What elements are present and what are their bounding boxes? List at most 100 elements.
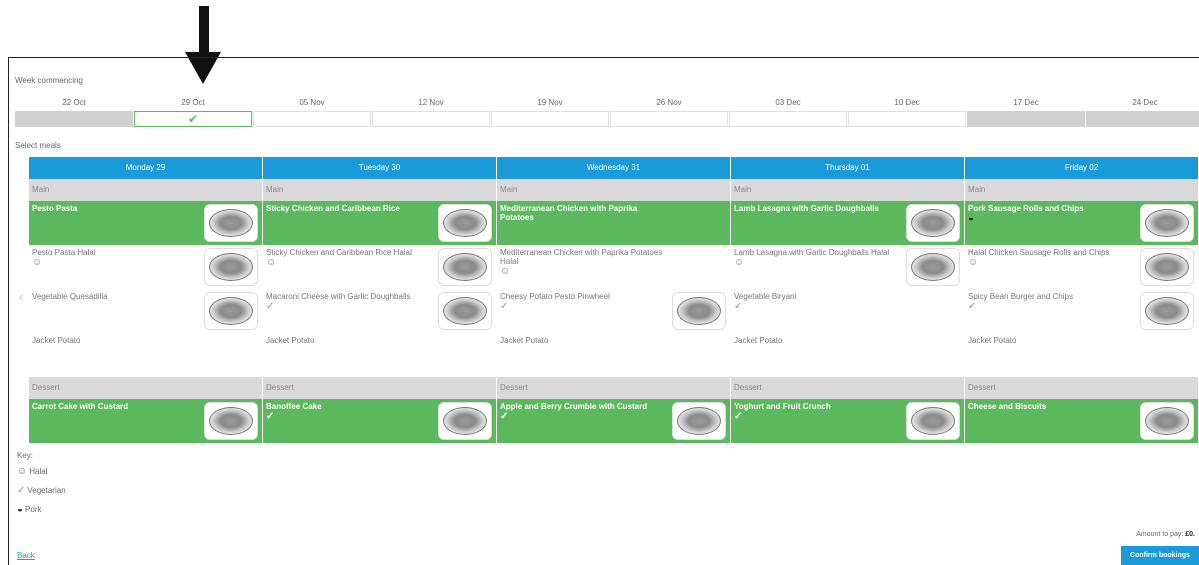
meal-name: Cheesy Potato Pesto Pinwheel <box>500 292 610 301</box>
week-commencing-label: Week commencing <box>15 76 83 85</box>
plate-icon <box>677 407 721 435</box>
pork-icon: ◒ <box>17 504 24 515</box>
plate-icon <box>443 209 487 237</box>
week-checkbox[interactable] <box>729 111 847 127</box>
meal-photo <box>906 204 960 242</box>
week-checkbox[interactable] <box>491 111 609 127</box>
week-label: 26 Nov <box>656 98 682 107</box>
meal-option[interactable]: Lamb Lasagna with Garlic Doughballs Hala… <box>731 245 964 289</box>
meal-photo <box>1140 292 1194 330</box>
plate-icon <box>209 209 253 237</box>
meal-option[interactable]: Macaroni Cheese with Garlic Doughballs ✓ <box>263 289 496 333</box>
plate-icon <box>443 407 487 435</box>
meal-option[interactable]: Vegetable Biryani ✓ <box>731 289 964 333</box>
week-option[interactable]: 12 Nov <box>372 97 490 127</box>
meal-photo <box>1140 402 1194 440</box>
meal-name: Halal Chicken Sausage Rolls and Chips <box>968 248 1110 257</box>
meal-name: Apple and Berry Crumble with Custard <box>500 402 648 411</box>
plate-icon <box>209 407 253 435</box>
meal-photo <box>204 402 258 440</box>
plate-icon <box>443 253 487 281</box>
meal-name: Yoghurt and Fruit Crunch <box>734 402 831 411</box>
meal-option[interactable]: Jacket Potato <box>497 333 730 377</box>
meal-option[interactable]: Vegetable Quesadilla <box>29 289 262 333</box>
week-option[interactable]: 26 Nov <box>610 97 728 127</box>
halal-icon: ☺ <box>266 257 277 268</box>
day-column: Wednesday 31 Main Mediterranean Chicken wi… <box>497 157 731 443</box>
dessert-category-header: Dessert <box>29 377 262 399</box>
meal-option[interactable]: Apple and Berry Crumble with Custard ✓ <box>497 399 730 443</box>
plate-icon <box>1145 209 1189 237</box>
week-option[interactable]: 10 Dec <box>848 97 966 127</box>
meal-option[interactable]: Banoffee Cake ✓ <box>263 399 496 443</box>
meal-option[interactable]: Pork Sausage Rolls and Chips ◒ <box>965 201 1198 245</box>
halal-icon: ☺ <box>500 266 511 277</box>
check-icon: ✔ <box>187 112 199 126</box>
vegetarian-icon: ✓ <box>968 301 977 312</box>
day-column: Friday 02 Main Pork Sausage Rolls and Chip… <box>965 157 1199 443</box>
meal-name: Jacket Potato <box>734 336 783 345</box>
confirm-bookings-button[interactable]: Confirm bookings <box>1121 546 1199 565</box>
meal-name: Banoffee Cake <box>266 402 322 411</box>
vegetarian-icon: ✓ <box>734 301 743 312</box>
meal-option[interactable]: Sticky Chicken and Caribbean Rice <box>263 201 496 245</box>
week-option[interactable]: 19 Nov <box>491 97 609 127</box>
day-column: Thursday 01 Main Lamb Lasagna with Garlic … <box>731 157 965 443</box>
week-checkbox[interactable] <box>372 111 490 127</box>
meal-option[interactable]: Lamb Lasagna with Garlic Doughballs <box>731 201 964 245</box>
meal-option[interactable]: Halal Chicken Sausage Rolls and Chips ☺ <box>965 245 1198 289</box>
meal-name: Mediterranean Chicken with Paprika Potat… <box>500 248 663 266</box>
meal-name: Macaroni Cheese with Garlic Doughballs <box>266 292 411 301</box>
amount-to-pay: Amount to pay: £0. <box>1136 531 1195 538</box>
vegetarian-icon: ✓ <box>17 485 26 496</box>
meal-name: Sticky Chicken and Caribbean Rice <box>266 204 400 213</box>
meal-booking-panel: Week commencing 22 Oct 29 Oct ✔ 05 Nov 12 No… <box>8 57 1199 565</box>
key-pork: ◒ Pork <box>17 504 42 515</box>
meal-name: Pesto Pasta Halal <box>32 248 96 257</box>
meal-option[interactable]: Jacket Potato <box>263 333 496 377</box>
plate-icon <box>677 297 721 325</box>
meal-option[interactable]: Jacket Potato <box>965 333 1198 377</box>
week-checkbox[interactable] <box>253 111 371 127</box>
week-option[interactable]: 05 Nov <box>253 97 371 127</box>
plate-icon <box>209 297 253 325</box>
meal-option[interactable]: Cheesy Potato Pesto Pinwheel ✓ <box>497 289 730 333</box>
week-checkbox[interactable] <box>610 111 728 127</box>
vegetarian-icon: ✓ <box>734 411 743 422</box>
meal-option[interactable]: Carrot Cake with Custard <box>29 399 262 443</box>
week-checkbox[interactable]: ✔ <box>134 111 252 127</box>
meal-option[interactable]: Cheese and Biscuits <box>965 399 1198 443</box>
meal-option[interactable]: Jacket Potato <box>731 333 964 377</box>
key-vegetarian-label: Vegetarian <box>27 486 66 495</box>
meal-option[interactable]: Jacket Potato <box>29 333 262 377</box>
halal-icon: ☺ <box>32 257 43 268</box>
meal-option[interactable]: Yoghurt and Fruit Crunch ✓ <box>731 399 964 443</box>
dessert-category-header: Dessert <box>965 377 1198 399</box>
week-checkbox <box>967 111 1085 127</box>
meal-option[interactable]: Pesto Pasta <box>29 201 262 245</box>
meal-name: Lamb Lasagna with Garlic Doughballs <box>734 204 879 213</box>
meal-option[interactable]: Mediterranean Chicken with Paprika Potat… <box>497 245 730 289</box>
meal-photo <box>204 248 258 286</box>
meal-option[interactable]: Sticky Chicken and Caribbean Rice Halal ☺ <box>263 245 496 289</box>
meal-name: Pesto Pasta <box>32 204 78 213</box>
meal-name: Lamb Lasagna with Garlic Doughballs Hala… <box>734 248 890 257</box>
key-pork-label: Pork <box>25 505 42 514</box>
meal-option[interactable]: Pesto Pasta Halal ☺ <box>29 245 262 289</box>
meal-name: Spicy Bean Burger and Chips <box>968 292 1073 301</box>
plate-icon <box>1145 407 1189 435</box>
week-option[interactable]: 03 Dec <box>729 97 847 127</box>
meal-name: Sticky Chicken and Caribbean Rice Halal <box>266 248 412 257</box>
key-halal-label: Halal <box>29 467 48 476</box>
meal-photo <box>1140 204 1194 242</box>
week-option: 24 Dec <box>1086 97 1199 127</box>
week-checkbox[interactable] <box>848 111 966 127</box>
meal-option[interactable]: Spicy Bean Burger and Chips ✓ <box>965 289 1198 333</box>
previous-week-arrow-icon[interactable]: ‹ <box>19 290 23 304</box>
meal-option[interactable]: Mediterranean Chicken with Paprika Potat… <box>497 201 730 245</box>
day-header: Wednesday 31 <box>497 157 730 179</box>
back-link[interactable]: Back <box>17 551 35 560</box>
week-option[interactable]: 29 Oct ✔ <box>134 97 252 127</box>
plate-icon <box>209 253 253 281</box>
plate-icon <box>443 297 487 325</box>
